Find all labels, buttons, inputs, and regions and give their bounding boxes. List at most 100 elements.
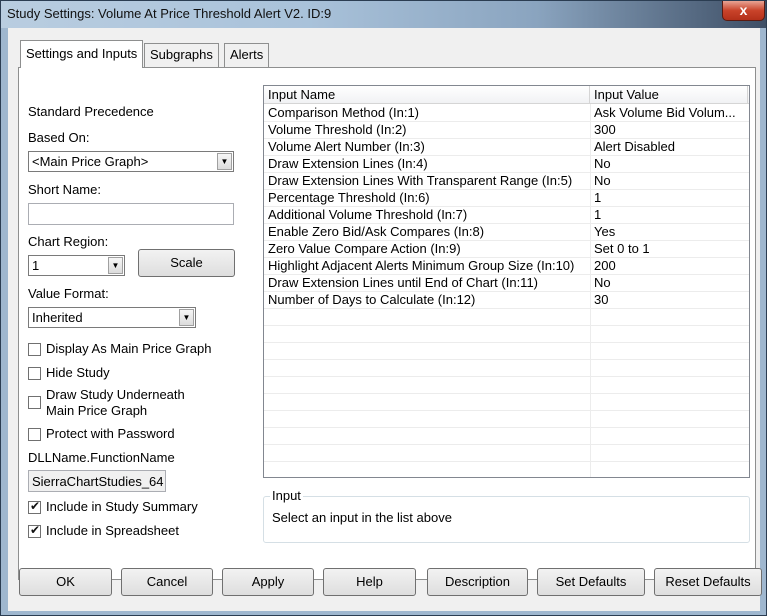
include-summary-label: Include in Study Summary — [46, 499, 198, 514]
input-name-cell: Volume Threshold (In:2) — [268, 122, 407, 137]
input-name-cell: Draw Extension Lines (In:4) — [268, 156, 428, 171]
title-bar[interactable]: Study Settings: Volume At Price Threshol… — [1, 1, 766, 28]
input-row[interactable]: Highlight Adjacent Alerts Minimum Group … — [264, 258, 749, 275]
column-header-input-value[interactable]: Input Value — [590, 86, 748, 104]
grid-line — [264, 155, 749, 156]
grid-line — [264, 393, 749, 394]
protect-password-checkbox[interactable] — [28, 428, 41, 441]
input-value-cell[interactable]: Ask Volume Bid Volum... — [594, 105, 748, 120]
chart-region-dropdown[interactable]: 1 ▼ — [28, 255, 125, 276]
value-format-label: Value Format: — [28, 286, 109, 301]
tab-label: Subgraphs — [150, 47, 213, 62]
set-defaults-button[interactable]: Set Defaults — [537, 568, 645, 596]
short-name-label: Short Name: — [28, 182, 101, 197]
help-button[interactable]: Help — [323, 568, 416, 596]
input-description-group: Input Select an input in the list above — [263, 488, 750, 543]
input-value-cell[interactable]: 1 — [594, 207, 748, 222]
input-row[interactable]: Zero Value Compare Action (In:9) Set 0 to… — [264, 241, 749, 258]
hide-study-label: Hide Study — [46, 365, 110, 380]
input-value-cell[interactable]: 300 — [594, 122, 748, 137]
input-row[interactable]: Percentage Threshold (In:6) 1 — [264, 190, 749, 207]
dll-name-label: DLLName.FunctionName — [28, 450, 175, 465]
input-value-cell[interactable]: 30 — [594, 292, 748, 307]
grid-line — [264, 240, 749, 241]
tab-subgraphs[interactable]: Subgraphs — [144, 43, 219, 67]
input-row[interactable]: Additional Volume Threshold (In:7) 1 — [264, 207, 749, 224]
draw-underneath-checkbox[interactable] — [28, 396, 41, 409]
value-format-dropdown[interactable]: Inherited ▼ — [28, 307, 196, 328]
inputs-grid[interactable]: Input Name Input Value Comparison Method… — [263, 85, 750, 478]
display-as-main-checkbox[interactable] — [28, 343, 41, 356]
include-summary-checkbox[interactable] — [28, 499, 41, 514]
grid-line — [264, 223, 749, 224]
input-name-cell: Number of Days to Calculate (In:12) — [268, 292, 476, 307]
apply-button-label: Apply — [251, 574, 285, 589]
grid-header: Input Name Input Value — [264, 86, 749, 104]
ok-button-label: OK — [56, 574, 75, 589]
input-group-legend: Input — [270, 488, 303, 503]
apply-button[interactable]: Apply — [222, 568, 314, 596]
based-on-value: <Main Price Graph> — [32, 154, 149, 169]
column-header-input-name[interactable]: Input Name — [264, 86, 590, 104]
protect-password-label: Protect with Password — [46, 426, 175, 441]
dll-name-value: SierraChartStudies_64 — [32, 474, 164, 489]
grid-line — [264, 172, 749, 173]
grid-line — [264, 444, 749, 445]
description-button[interactable]: Description — [427, 568, 528, 596]
input-row[interactable]: Enable Zero Bid/Ask Compares (In:8) Yes — [264, 224, 749, 241]
input-value-cell[interactable]: Alert Disabled — [594, 139, 748, 154]
help-button-label: Help — [356, 574, 383, 589]
short-name-input[interactable] — [28, 203, 234, 225]
input-row[interactable]: Draw Extension Lines until End of Chart … — [264, 275, 749, 292]
chevron-down-icon: ▼ — [108, 257, 123, 274]
input-row[interactable]: Volume Alert Number (In:3) Alert Disabled — [264, 139, 749, 156]
grid-line — [264, 410, 749, 411]
draw-underneath-label-line2: Main Price Graph — [46, 403, 148, 418]
description-button-label: Description — [444, 574, 511, 589]
close-button[interactable]: x — [722, 1, 765, 21]
dialog-client: Settings and Inputs Subgraphs Alerts Sta… — [8, 28, 762, 611]
input-row[interactable]: Draw Extension Lines (In:4) No — [264, 156, 749, 173]
grid-line — [264, 359, 749, 360]
draw-underneath-label-line1: Draw Study Underneath — [46, 387, 185, 402]
set-defaults-button-label: Set Defaults — [555, 574, 627, 589]
input-value-cell[interactable]: 200 — [594, 258, 748, 273]
close-icon: x — [739, 2, 748, 18]
input-name-cell: Highlight Adjacent Alerts Minimum Group … — [268, 258, 575, 273]
input-value-cell[interactable]: Set 0 to 1 — [594, 241, 748, 256]
standard-precedence-label: Standard Precedence — [28, 104, 154, 119]
input-row[interactable]: Number of Days to Calculate (In:12) 30 — [264, 292, 749, 309]
chevron-down-icon: ▼ — [179, 309, 194, 326]
grid-line — [264, 291, 749, 292]
dll-name-field: SierraChartStudies_64 — [28, 470, 166, 492]
input-value-cell[interactable]: No — [594, 173, 748, 188]
input-row[interactable]: Draw Extension Lines With Transparent Ra… — [264, 173, 749, 190]
input-value-cell[interactable]: No — [594, 275, 748, 290]
grid-line — [264, 274, 749, 275]
based-on-dropdown[interactable]: <Main Price Graph> ▼ — [28, 151, 234, 172]
ok-button[interactable]: OK — [19, 568, 112, 596]
reset-defaults-button[interactable]: Reset Defaults — [654, 568, 762, 596]
scale-button-label: Scale — [170, 255, 203, 270]
grid-line — [264, 376, 749, 377]
scale-button[interactable]: Scale — [138, 249, 235, 277]
reset-defaults-button-label: Reset Defaults — [665, 574, 751, 589]
grid-line — [264, 325, 749, 326]
grid-line — [264, 427, 749, 428]
hide-study-checkbox[interactable] — [28, 367, 41, 380]
tab-alerts[interactable]: Alerts — [224, 43, 270, 67]
cancel-button[interactable]: Cancel — [121, 568, 213, 596]
input-row[interactable]: Comparison Method (In:1) Ask Volume Bid V… — [264, 105, 749, 122]
include-spreadsheet-label: Include in Spreadsheet — [46, 523, 179, 538]
grid-line — [264, 189, 749, 190]
input-value-cell[interactable]: 1 — [594, 190, 748, 205]
input-name-cell: Additional Volume Threshold (In:7) — [268, 207, 468, 222]
tab-settings-and-inputs[interactable]: Settings and Inputs — [20, 40, 144, 68]
tab-label: Settings and Inputs — [26, 46, 138, 61]
input-value-cell[interactable]: Yes — [594, 224, 748, 239]
input-value-cell[interactable]: No — [594, 156, 748, 171]
input-name-cell: Enable Zero Bid/Ask Compares (In:8) — [268, 224, 485, 239]
include-spreadsheet-checkbox[interactable] — [28, 523, 41, 538]
input-row[interactable]: Volume Threshold (In:2) 300 — [264, 122, 749, 139]
input-description-text: Select an input in the list above — [272, 510, 452, 525]
